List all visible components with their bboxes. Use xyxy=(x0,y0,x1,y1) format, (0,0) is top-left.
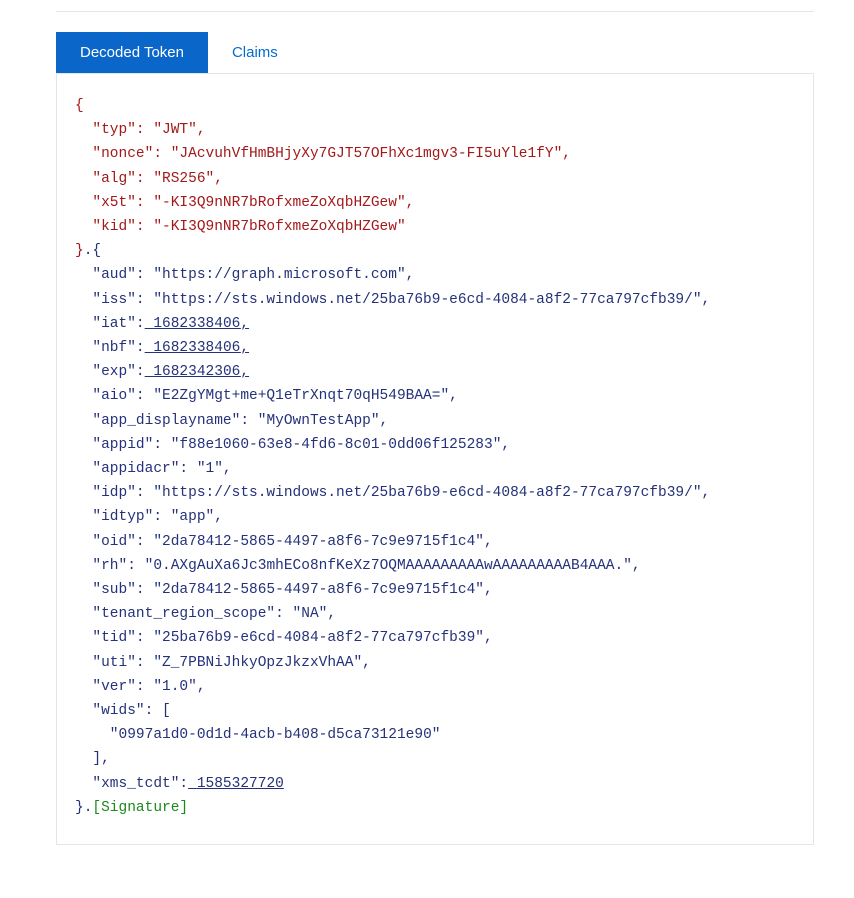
payload-idtyp-value: app xyxy=(179,509,205,525)
payload-tenant-region: "tenant_region_scope": "NA", xyxy=(75,606,336,622)
payload-aud-value: https://graph.microsoft.com xyxy=(162,267,397,283)
payload-aud: "aud": "https://graph.microsoft.com", xyxy=(75,267,414,283)
payload-sub-value: 2da78412-5865-4497-a8f6-7c9e9715f1c4 xyxy=(162,582,475,598)
payload-appidacr-value: 1 xyxy=(206,461,215,477)
payload-tid-value: 25ba76b9-e6cd-4084-a8f2-77ca797cfb39 xyxy=(162,630,475,646)
payload-rh-value: 0.AXgAuXa6Jc3mhECo8nfKeXz7OQMAAAAAAAAAwA… xyxy=(153,558,623,574)
payload-tenant-region-value: NA xyxy=(301,606,318,622)
token-viewer: Decoded Token Claims { "typ": "JWT", "no… xyxy=(0,0,854,885)
header-open-brace: { xyxy=(75,98,84,114)
payload-app-displayname-value: MyOwnTestApp xyxy=(266,413,370,429)
payload-xms-tcdt-value[interactable]: 1585327720 xyxy=(188,776,284,792)
payload-wids-open: "wids": [ xyxy=(75,703,171,719)
tab-decoded-token[interactable]: Decoded Token xyxy=(56,32,208,73)
payload-ver-value: 1.0 xyxy=(162,679,188,695)
header-x5t: "x5t": "-KI3Q9nNR7bRofxmeZoXqbHZGew", xyxy=(75,195,414,211)
payload-wids-item-value: 0997a1d0-0d1d-4acb-b408-d5ca73121e90 xyxy=(119,727,432,743)
header-alg-value: RS256 xyxy=(162,171,206,187)
tab-strip: Decoded Token Claims xyxy=(56,32,814,74)
payload-wids-item: "0997a1d0-0d1d-4acb-b408-d5ca73121e90" xyxy=(75,727,440,743)
payload-sub: "sub": "2da78412-5865-4497-a8f6-7c9e9715… xyxy=(75,582,493,598)
header-nonce-value: JAcvuhVfHmBHjyXy7GJT57OFhXc1mgv3-FI5uYle… xyxy=(179,146,553,162)
header-typ: "typ": "JWT", xyxy=(75,122,206,138)
header-kid-value: -KI3Q9nNR7bRofxmeZoXqbHZGew xyxy=(162,219,397,235)
payload-nbf: "nbf": 1682338406, xyxy=(75,340,249,356)
header-kid: "kid": "-KI3Q9nNR7bRofxmeZoXqbHZGew" xyxy=(75,219,406,235)
header-x5t-value: -KI3Q9nNR7bRofxmeZoXqbHZGew xyxy=(162,195,397,211)
payload-appidacr: "appidacr": "1", xyxy=(75,461,232,477)
header-close-brace: } xyxy=(75,243,84,259)
payload-idtyp: "idtyp": "app", xyxy=(75,509,223,525)
payload-iss-value: https://sts.windows.net/25ba76b9-e6cd-40… xyxy=(162,292,693,308)
top-divider xyxy=(56,0,814,12)
payload-idp-value: https://sts.windows.net/25ba76b9-e6cd-40… xyxy=(162,485,693,501)
header-nonce: "nonce": "JAcvuhVfHmBHjyXy7GJT57OFhXc1mg… xyxy=(75,146,571,162)
segment-sep-1: .{ xyxy=(84,243,101,259)
payload-app-displayname: "app_displayname": "MyOwnTestApp", xyxy=(75,413,388,429)
payload-exp: "exp": 1682342306, xyxy=(75,364,249,380)
payload-oid: "oid": "2da78412-5865-4497-a8f6-7c9e9715… xyxy=(75,534,493,550)
payload-nbf-value[interactable]: 1682338406, xyxy=(145,340,249,356)
payload-idp: "idp": "https://sts.windows.net/25ba76b9… xyxy=(75,485,710,501)
payload-ver: "ver": "1.0", xyxy=(75,679,206,695)
tab-claims[interactable]: Claims xyxy=(208,32,302,73)
payload-exp-value[interactable]: 1682342306, xyxy=(145,364,249,380)
decoded-token-panel: { "typ": "JWT", "nonce": "JAcvuhVfHmBHjy… xyxy=(56,74,814,845)
payload-close-brace: } xyxy=(75,800,84,816)
header-typ-value: JWT xyxy=(162,122,188,138)
payload-appid-value: f88e1060-63e8-4fd6-8c01-0dd06f125283 xyxy=(179,437,492,453)
payload-iss: "iss": "https://sts.windows.net/25ba76b9… xyxy=(75,292,710,308)
payload-aio-value: E2ZgYMgt+me+Q1eTrXnqt70qH549BAA= xyxy=(162,388,440,404)
payload-iat-value[interactable]: 1682338406, xyxy=(145,316,249,332)
payload-uti-value: Z_7PBNiJhkyOpzJkzxVhAA xyxy=(162,655,353,671)
signature-placeholder: [Signature] xyxy=(92,800,188,816)
payload-tid: "tid": "25ba76b9-e6cd-4084-a8f2-77ca797c… xyxy=(75,630,493,646)
payload-appid: "appid": "f88e1060-63e8-4fd6-8c01-0dd06f… xyxy=(75,437,510,453)
payload-uti: "uti": "Z_7PBNiJhkyOpzJkzxVhAA", xyxy=(75,655,371,671)
payload-iat: "iat": 1682338406, xyxy=(75,316,249,332)
payload-aio: "aio": "E2ZgYMgt+me+Q1eTrXnqt70qH549BAA=… xyxy=(75,388,458,404)
header-alg: "alg": "RS256", xyxy=(75,171,223,187)
payload-wids-close: ], xyxy=(75,751,110,767)
payload-xms-tcdt: "xms_tcdt": 1585327720 xyxy=(75,776,284,792)
payload-rh: "rh": "0.AXgAuXa6Jc3mhECo8nfKeXz7OQMAAAA… xyxy=(75,558,641,574)
payload-oid-value: 2da78412-5865-4497-a8f6-7c9e9715f1c4 xyxy=(162,534,475,550)
